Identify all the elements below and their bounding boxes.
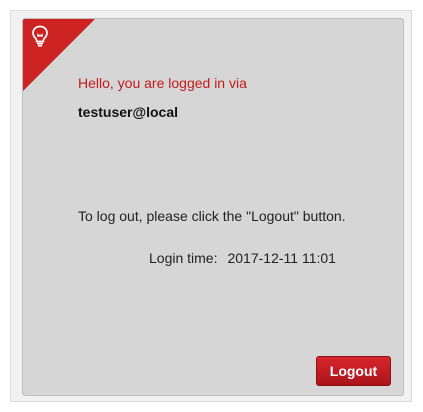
logout-button[interactable]: Logout bbox=[316, 356, 391, 386]
lightbulb-icon bbox=[32, 25, 48, 47]
logged-in-username: testuser@local bbox=[78, 104, 179, 120]
login-time-value: 2017-12-11 11:01 bbox=[227, 250, 336, 266]
logout-instructions: To log out, please click the "Logout" bu… bbox=[78, 208, 346, 224]
login-status-panel: Hello, you are logged in via testuser@lo… bbox=[22, 18, 404, 396]
login-greeting: Hello, you are logged in via bbox=[78, 75, 247, 91]
login-time-row: Login time: 2017-12-11 11:01 bbox=[149, 250, 336, 266]
login-time-label: Login time: bbox=[149, 250, 218, 266]
